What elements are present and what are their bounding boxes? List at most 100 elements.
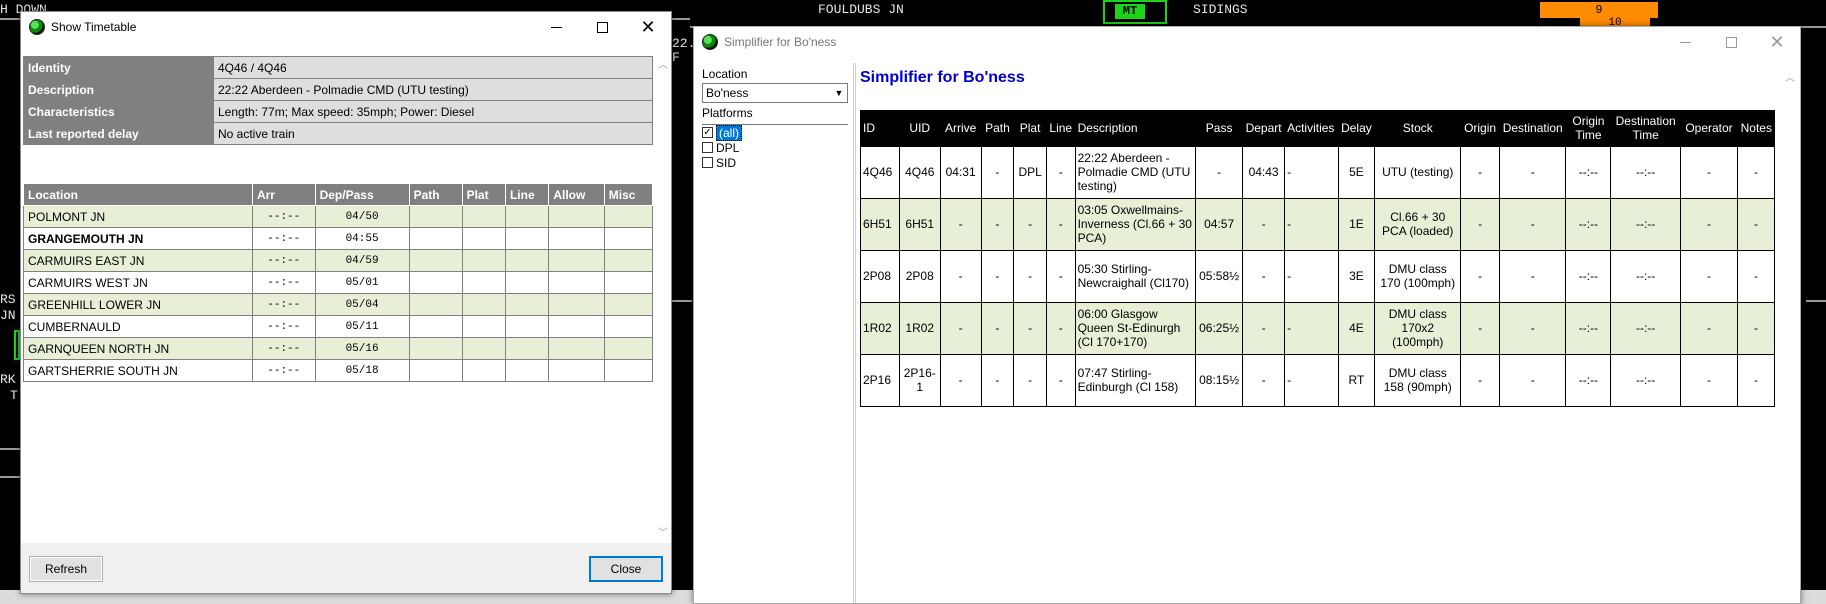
column-header[interactable]: Pass xyxy=(1195,110,1243,146)
maximize-button[interactable] xyxy=(579,12,625,42)
info-value: Length: 77m; Max speed: 35mph; Power: Di… xyxy=(213,100,653,123)
location-label: Location xyxy=(702,67,748,81)
platform-checkbox[interactable] xyxy=(702,142,713,153)
table-row[interactable]: GREENHILL LOWER JN --:-- 05/04 xyxy=(23,293,654,316)
cell: - xyxy=(1045,353,1076,407)
info-label: Identity xyxy=(23,56,214,79)
column-header[interactable]: Path xyxy=(980,110,1014,146)
column-header[interactable]: Description xyxy=(1074,110,1196,146)
column-header[interactable]: Allow xyxy=(548,183,605,206)
cell: 3E xyxy=(1337,249,1376,303)
cell: - xyxy=(1679,301,1739,355)
empty-cell xyxy=(603,359,654,382)
column-header[interactable]: Origin xyxy=(1460,110,1500,146)
platforms-label: Platforms xyxy=(702,106,753,120)
platform-item[interactable]: DPL xyxy=(702,140,848,155)
empty-cell xyxy=(504,293,550,316)
column-header[interactable]: Path xyxy=(408,183,463,206)
maximize-icon xyxy=(1725,36,1737,48)
simplifier-titlebar[interactable]: Simplifier for Bo'ness ✕ xyxy=(694,27,1800,57)
arr-cell: --:-- xyxy=(251,293,316,316)
cell: - xyxy=(1242,249,1286,303)
cell: 08:15½ xyxy=(1195,353,1244,407)
column-header[interactable]: Notes xyxy=(1737,110,1775,146)
minimize-button[interactable] xyxy=(1662,27,1708,57)
empty-cell xyxy=(461,315,506,338)
platform-item[interactable]: SID xyxy=(702,155,848,170)
scroll-up-icon[interactable]: ︿ xyxy=(655,56,671,71)
column-header[interactable]: Arrive xyxy=(939,110,982,146)
table-row[interactable]: GRANGEMOUTH JN --:-- 04:55 xyxy=(23,227,654,250)
table-row[interactable]: CARMUIRS WEST JN --:-- 05/01 xyxy=(23,271,654,294)
column-header[interactable]: Misc xyxy=(603,183,654,206)
close-window-button[interactable]: ✕ xyxy=(1754,27,1800,57)
platform-item[interactable]: ✓ (all) xyxy=(702,124,848,141)
table-row[interactable]: GARNQUEEN NORTH JN --:-- 05/16 xyxy=(23,337,654,360)
location-cell: GARTSHERRIE SOUTH JN xyxy=(23,359,253,382)
cell: - xyxy=(980,301,1015,355)
close-button[interactable]: Close xyxy=(589,556,663,582)
location-cell: GRANGEMOUTH JN xyxy=(23,227,253,250)
cell: 2P16 xyxy=(860,353,900,407)
maximize-button[interactable] xyxy=(1708,27,1754,57)
scroll-up-icon[interactable]: ︿ xyxy=(1782,69,1798,84)
column-header[interactable]: Destination xyxy=(1498,110,1566,146)
table-row[interactable]: 2P08 2P08- - - -05:30 Stirling-Newcraighall … xyxy=(860,249,1775,303)
platform-checkbox[interactable]: ✓ xyxy=(702,127,713,138)
column-header[interactable]: Stock xyxy=(1374,110,1461,146)
cell: --:-- xyxy=(1565,249,1612,303)
window-title: Show Timetable xyxy=(51,20,137,34)
empty-cell xyxy=(408,359,463,382)
column-header[interactable]: Delay xyxy=(1337,110,1375,146)
column-header[interactable]: Operator xyxy=(1679,110,1738,146)
cell: --:-- xyxy=(1565,301,1612,355)
table-row[interactable]: 2P16 2P16-1- - - -07:47 Stirling-Edinburgh (… xyxy=(860,353,1775,407)
column-header[interactable]: Origin Time xyxy=(1565,110,1611,146)
timetable-titlebar[interactable]: Show Timetable ✕ xyxy=(21,12,671,42)
column-header[interactable]: Arr xyxy=(251,183,316,206)
empty-cell xyxy=(548,293,605,316)
table-row[interactable]: 4Q46 4Q46 04:31- DPL -22:22 Aberdeen - Polma… xyxy=(860,145,1775,199)
location-select[interactable]: Bo'ness ▼ xyxy=(702,83,848,103)
track-line xyxy=(672,300,692,302)
table-row[interactable]: POLMONT JN --:-- 04/50 xyxy=(23,205,654,228)
column-header[interactable]: Line xyxy=(1045,110,1076,146)
cell: 4Q46 xyxy=(898,145,941,199)
minimize-button[interactable] xyxy=(533,12,579,42)
timetable-body: Identity 4Q46 / 4Q46 Description 22:22 Aber… xyxy=(21,42,671,593)
scroll-down-icon[interactable]: ﹀ xyxy=(655,524,671,539)
table-row[interactable]: CUMBERNAULD --:-- 05/11 xyxy=(23,315,654,338)
cell: - xyxy=(1737,249,1775,303)
close-window-button[interactable]: ✕ xyxy=(625,12,671,42)
info-label: Last reported delay xyxy=(23,122,214,145)
simplifier-pane: Simplifier for Bo'ness ︿ ID UID Arrive Path… xyxy=(856,63,1800,603)
column-header[interactable]: UID xyxy=(898,110,941,146)
cell: 2P08 xyxy=(898,249,941,303)
cell: - xyxy=(1498,353,1567,407)
cell: - xyxy=(1737,145,1775,199)
info-row: Description 22:22 Aberdeen - Polmadie CMD… xyxy=(23,78,653,101)
track-line xyxy=(0,448,20,450)
cell: --:-- xyxy=(1565,145,1612,199)
column-header[interactable]: Plat xyxy=(1013,110,1047,146)
column-header[interactable]: Dep/Pass xyxy=(314,183,410,206)
column-header[interactable]: Destination Time xyxy=(1610,110,1681,146)
info-value: 22:22 Aberdeen - Polmadie CMD (UTU testi… xyxy=(213,78,653,101)
empty-cell xyxy=(548,249,605,272)
info-label: Characteristics xyxy=(23,100,214,123)
column-header[interactable]: Depart xyxy=(1242,110,1285,146)
column-header[interactable]: Line xyxy=(504,183,550,206)
platform-list: ✓ (all) DPL SID xyxy=(702,124,848,170)
app-icon xyxy=(29,19,45,35)
refresh-button[interactable]: Refresh xyxy=(29,556,103,582)
column-header[interactable]: Location xyxy=(23,183,253,206)
platform-checkbox[interactable] xyxy=(702,157,713,168)
table-row[interactable]: CARMUIRS EAST JN --:-- 04/59 xyxy=(23,249,654,272)
column-header[interactable]: Activities xyxy=(1284,110,1339,146)
column-header[interactable]: ID xyxy=(860,110,900,146)
simplifier-table: ID UID Arrive Path Plat Line Description Pass De… xyxy=(860,110,1775,407)
column-header[interactable]: Plat xyxy=(461,183,506,206)
table-row[interactable]: 1R02 1R02- - - -06:00 Glasgow Queen St-Edinu… xyxy=(860,301,1775,355)
table-row[interactable]: GARTSHERRIE SOUTH JN --:-- 05/18 xyxy=(23,359,654,382)
table-row[interactable]: 6H51 6H51- - - -03:05 Oxwellmains-Inverness … xyxy=(860,197,1775,251)
